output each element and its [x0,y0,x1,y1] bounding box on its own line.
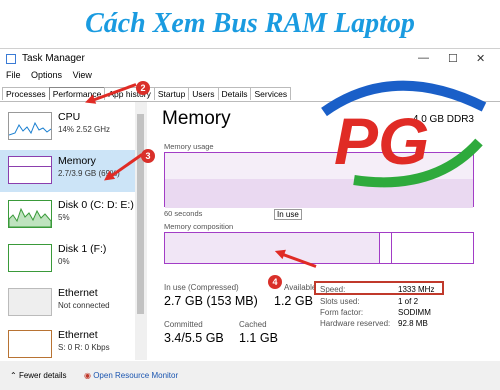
footer-bar: ⌃ Fewer details ◉ Open Resource Monitor [0,361,500,390]
stat-cached-label: Cached [239,320,267,329]
memory-thumbnail [8,156,52,184]
stat-committed-value: 3.4/5.5 GB [164,331,224,345]
fewer-details-button[interactable]: ⌃ Fewer details [10,371,67,380]
sidebar-item-ethernet-2[interactable]: Ethernet S: 0 R: 0 Kbps [0,324,135,366]
sidebar-item-value: 5% [58,213,70,222]
sidebar-item-cpu[interactable]: CPU 14% 2.52 GHz [0,106,135,148]
performance-sidebar: CPU 14% 2.52 GHz Memory 2.7/3.9 GB (69%)… [0,102,135,360]
chevron-up-icon: ⌃ [10,371,19,380]
stat-cached-value: 1.1 GB [239,331,278,345]
title-bar: Task Manager — ☐ ✕ [0,49,500,69]
slots-value: 1 of 2 [398,297,419,306]
stat-available-label: Available [284,283,317,292]
tab-users[interactable]: Users [188,87,219,100]
menu-bar: File Options View [0,70,94,84]
sidebar-item-label: Disk 0 (C: D: E:) [58,199,134,211]
stat-inuse-value: 2.7 GB (153 MB) [164,294,258,308]
memory-composition-bar [164,232,474,264]
tab-services[interactable]: Services [250,87,292,100]
hardware-reserved-value: 92.8 MB [398,319,428,328]
sidebar-item-value: Not connected [58,301,110,310]
composition-label: Memory composition [164,222,234,231]
maximize-button[interactable]: ☐ [448,52,458,65]
annotation-badge-4: 4 [268,275,282,289]
usage-label: Memory usage [164,142,214,151]
sidebar-item-label: CPU [58,111,81,123]
sidebar-item-value: S: 0 R: 0 Kbps [58,343,110,352]
sidebar-item-label: Disk 1 (F:) [58,243,107,255]
composition-in-use [165,233,380,263]
tab-startup[interactable]: Startup [153,87,190,100]
menu-view[interactable]: View [73,70,92,80]
scrollbar-thumb[interactable] [137,114,144,314]
sidebar-scrollbar[interactable] [135,102,147,360]
menu-file[interactable]: File [6,70,21,80]
stat-committed-label: Committed [164,320,203,329]
menu-options[interactable]: Options [31,70,62,80]
ethernet-thumbnail [8,330,52,358]
sidebar-item-value: 14% 2.52 GHz [58,125,111,134]
stat-available-value: 1.2 GB [274,294,313,308]
seconds-label: 60 seconds [164,209,203,218]
form-factor-label: Form factor: [320,308,364,317]
sidebar-item-value: 0% [58,257,70,266]
sidebar-item-label: Ethernet [58,287,98,299]
pg-logo: PG [321,80,487,188]
slots-label: Slots used: [320,297,360,306]
resource-monitor-icon: ◉ [84,371,94,380]
task-manager-icon [6,54,16,64]
close-button[interactable]: ✕ [476,52,485,65]
sidebar-item-label: Memory [58,155,96,167]
resource-monitor-label: Open Resource Monitor [93,371,179,380]
form-factor-value: SODIMM [398,308,431,317]
sidebar-item-disk0[interactable]: Disk 0 (C: D: E:) 5% [0,194,135,236]
sidebar-item-disk1[interactable]: Disk 1 (F:) 0% [0,238,135,280]
disk1-thumbnail [8,244,52,272]
hardware-reserved-label: Hardware reserved: [320,319,391,328]
open-resource-monitor-link[interactable]: ◉ Open Resource Monitor [84,371,178,380]
ethernet-thumbnail [8,288,52,316]
logo-text: PG [334,104,429,178]
fewer-details-label: Fewer details [18,371,67,380]
composition-modified [380,233,392,263]
headline: Cách Xem Bus RAM Laptop [85,8,415,39]
speed-highlight-box [314,281,444,295]
cpu-thumbnail [8,112,52,140]
tab-details[interactable]: Details [217,87,252,100]
sidebar-item-label: Ethernet [58,329,98,341]
stat-inuse-label: In use (Compressed) [164,283,239,292]
sidebar-item-ethernet-1[interactable]: Ethernet Not connected [0,282,135,324]
disk0-thumbnail [8,200,52,228]
tab-processes[interactable]: Processes [2,87,50,100]
in-use-tooltip: In use [274,209,302,220]
annotation-badge-2: 2 [136,81,150,95]
annotation-badge-3: 3 [141,149,155,163]
panel-title: Memory [162,108,231,129]
minimize-button[interactable]: — [418,52,429,64]
window-title: Task Manager [22,53,85,64]
